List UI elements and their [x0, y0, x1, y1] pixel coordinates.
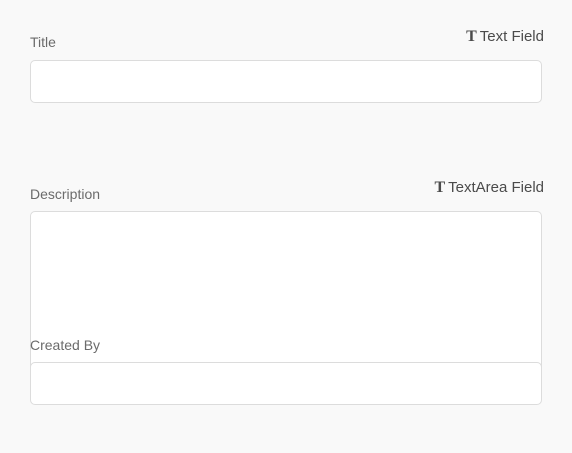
description-field-type-label: TextArea Field [448, 179, 544, 196]
title-input[interactable] [30, 60, 542, 103]
description-textarea[interactable] [30, 211, 542, 371]
title-label: Title [30, 34, 56, 50]
created-by-input[interactable] [30, 362, 542, 405]
description-label: Description [30, 186, 101, 202]
title-field-type-label: Text Field [479, 28, 544, 45]
title-field-type: T Text Field [466, 27, 544, 47]
description-field-type: T TextArea Field [434, 178, 544, 198]
text-type-icon: T [434, 179, 446, 196]
created-by-label: Created By [30, 337, 101, 353]
text-type-icon: T [466, 28, 477, 45]
